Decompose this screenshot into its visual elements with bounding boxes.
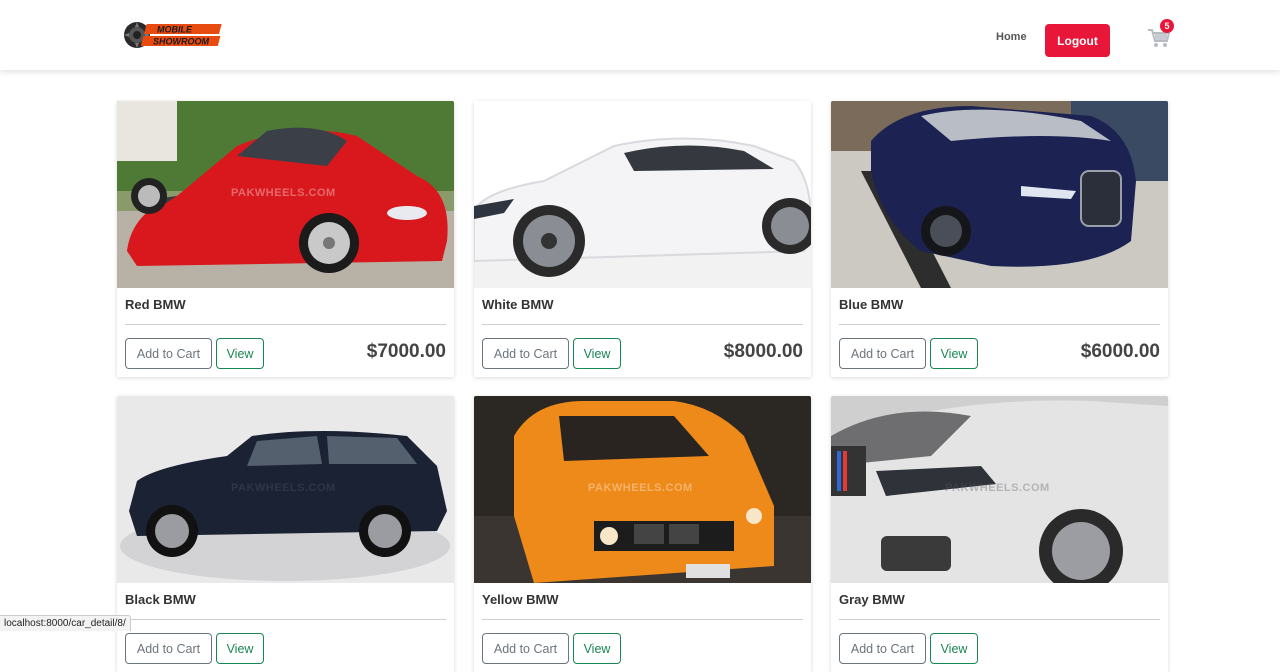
car-image[interactable]: PAKWHEELS.COM xyxy=(474,396,811,583)
car-image[interactable] xyxy=(831,101,1168,288)
car-title: Red BMW xyxy=(125,297,186,312)
svg-text:MOBILE: MOBILE xyxy=(157,25,193,35)
image-watermark: PAKWHEELS.COM xyxy=(945,482,1050,494)
divider xyxy=(482,324,803,325)
car-price: $8000.00 xyxy=(723,341,803,362)
view-button[interactable]: View xyxy=(573,338,621,369)
car-image[interactable]: PAKWHEELS.COM xyxy=(117,396,454,583)
car-title: Yellow BMW xyxy=(482,592,559,607)
add-to-cart-button[interactable]: Add to Cart xyxy=(482,633,569,664)
car-price: $6000.00 xyxy=(1080,341,1160,362)
divider xyxy=(125,619,446,620)
car-image[interactable]: PAKWHEELS.COM xyxy=(831,396,1168,583)
view-button[interactable]: View xyxy=(216,633,264,664)
svg-text:SHOWROOM: SHOWROOM xyxy=(153,37,209,47)
car-price: $7000.00 xyxy=(366,341,446,362)
logout-button[interactable]: Logout xyxy=(1045,24,1110,57)
add-to-cart-button[interactable]: Add to Cart xyxy=(482,338,569,369)
add-to-cart-button[interactable]: Add to Cart xyxy=(839,338,926,369)
image-watermark: PAKWHEELS.COM xyxy=(231,187,336,199)
divider xyxy=(125,324,446,325)
navbar: MOBILE SHOWROOM Home Logout 5 xyxy=(0,0,1280,70)
view-button[interactable]: View xyxy=(930,633,978,664)
site-logo[interactable]: MOBILE SHOWROOM xyxy=(123,19,225,51)
view-button[interactable]: View xyxy=(216,338,264,369)
car-title: Black BMW xyxy=(125,592,196,607)
car-title: Gray BMW xyxy=(839,592,905,607)
add-to-cart-button[interactable]: Add to Cart xyxy=(839,633,926,664)
car-card: PAKWHEELS.COM Red BMW Add to Cart View $… xyxy=(117,101,454,377)
nav-home-link[interactable]: Home xyxy=(996,31,1027,43)
divider xyxy=(839,324,1160,325)
add-to-cart-button[interactable]: Add to Cart xyxy=(125,338,212,369)
car-title: Blue BMW xyxy=(839,297,904,312)
car-image[interactable]: PAKWHEELS.COM xyxy=(117,101,454,288)
view-button[interactable]: View xyxy=(573,633,621,664)
divider xyxy=(839,619,1160,620)
car-title: White BMW xyxy=(482,297,554,312)
add-to-cart-button[interactable]: Add to Cart xyxy=(125,633,212,664)
car-image[interactable] xyxy=(474,101,811,288)
tire-logo-icon: MOBILE SHOWROOM xyxy=(124,22,222,48)
car-card: White BMW Add to Cart View $8000.00 xyxy=(474,101,811,377)
image-watermark: PAKWHEELS.COM xyxy=(588,482,693,494)
view-button[interactable]: View xyxy=(930,338,978,369)
cart-count-badge: 5 xyxy=(1160,19,1174,33)
car-card: Blue BMW Add to Cart View $6000.00 xyxy=(831,101,1168,377)
browser-status-bar: localhost:8000/car_detail/8/ xyxy=(0,615,131,631)
image-watermark: PAKWHEELS.COM xyxy=(231,482,336,494)
divider xyxy=(482,619,803,620)
